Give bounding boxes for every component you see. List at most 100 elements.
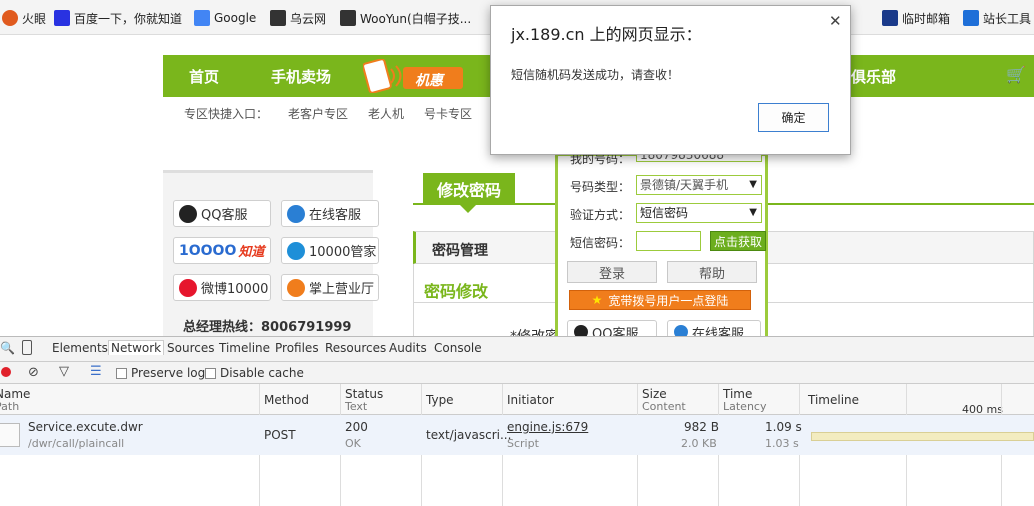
password-change-heading: 密码修改: [424, 282, 489, 301]
col-status-text: Text: [345, 400, 368, 413]
10000-logo-icon: 1OOOO: [179, 242, 237, 259]
col-type[interactable]: Type: [426, 393, 454, 407]
list-view-icon[interactable]: ☰: [90, 364, 102, 379]
quicklink-old-customer[interactable]: 老客户专区: [288, 105, 348, 122]
col-path: Path: [0, 400, 20, 413]
help-button[interactable]: 帮助: [667, 261, 757, 283]
service-label: 10000管家: [309, 245, 377, 260]
tab-change-password[interactable]: 修改密码: [423, 173, 515, 205]
alert-dialog: jx.189.cn 上的网页显示： ✕ 短信随机码发送成功，请查收！ 确定: [490, 5, 851, 155]
record-icon[interactable]: [1, 367, 11, 377]
weibo-icon: [179, 278, 197, 297]
preserve-log-checkbox[interactable]: Preserve log: [116, 366, 205, 380]
col-name[interactable]: Name: [0, 387, 30, 401]
timeline-bar: [811, 432, 1034, 441]
nav-jihui[interactable]: 机惠: [362, 58, 463, 94]
filter-icon[interactable]: ▽: [59, 364, 69, 379]
dropdown-arrow-icon: ▼: [749, 179, 757, 190]
col-timeline[interactable]: Timeline: [808, 393, 859, 407]
star-icon: ★: [591, 293, 603, 307]
online-service-button[interactable]: 在线客服: [281, 200, 379, 227]
tab-arrow: [460, 205, 476, 213]
weibo-10000-button[interactable]: 微博10000: [173, 274, 271, 301]
clear-icon[interactable]: ⊘: [28, 365, 39, 380]
service-label: 掌上营业厅: [309, 282, 375, 297]
initiator-link[interactable]: engine.js:679: [507, 420, 588, 434]
qq-penguin-icon: [574, 325, 588, 336]
bookmark-huoyan[interactable]: 火眼: [2, 9, 46, 27]
cart-icon[interactable]: 🛒: [1006, 65, 1026, 84]
wooyun-icon: [270, 10, 286, 26]
tab-timeline[interactable]: Timeline: [219, 341, 270, 355]
wooyun-icon: [340, 10, 356, 26]
qq-penguin-icon: [179, 204, 197, 223]
tab-profiles[interactable]: Profiles: [275, 341, 319, 355]
verify-method-label: 验证方式：: [570, 208, 631, 222]
number-type-value: 景德镇/天翼手机: [640, 178, 729, 192]
10000-zhidao-button[interactable]: 1OOOO 知道: [173, 237, 271, 264]
tab-console[interactable]: Console: [434, 341, 482, 355]
pinwheel-icon: [287, 241, 305, 260]
preserve-log-label: Preserve log: [131, 366, 206, 380]
hotline-number: 8006791999: [261, 320, 352, 335]
qq-service-button[interactable]: QQ客服: [173, 200, 271, 227]
bookmark-label: 站长工具: [983, 11, 1032, 26]
col-status[interactable]: Status: [345, 387, 383, 401]
bookmark-wooyun-whitehat[interactable]: WooYun(白帽子技...: [340, 9, 471, 27]
number-type-select[interactable]: 景德镇/天翼手机 ▼: [636, 175, 762, 195]
qq-service-button[interactable]: QQ客服: [567, 320, 657, 336]
bookmark-label: WooYun(白帽子技...: [360, 11, 472, 26]
google-icon: [194, 10, 210, 26]
inspect-icon[interactable]: 🔍: [0, 341, 15, 355]
disable-cache-checkbox[interactable]: Disable cache: [205, 366, 304, 380]
request-type: text/javascri...: [426, 428, 512, 442]
service-label: 知道: [238, 245, 265, 260]
quicklink-sim-card[interactable]: 号卡专区: [424, 105, 472, 122]
col-time[interactable]: Time: [723, 387, 752, 401]
verify-method-value: 短信密码: [640, 206, 689, 220]
dropdown-arrow-icon: ▼: [749, 207, 757, 218]
online-service-button[interactable]: 在线客服: [667, 320, 761, 336]
col-initiator[interactable]: Initiator: [507, 393, 554, 407]
service-label: 微博10000: [201, 282, 269, 297]
tab-network[interactable]: Network: [108, 340, 165, 355]
mail-icon: [882, 10, 898, 26]
tab-resources[interactable]: Resources: [325, 341, 386, 355]
10000-manager-button[interactable]: 10000管家: [281, 237, 379, 264]
device-mode-icon[interactable]: [22, 340, 32, 355]
password-manage-title: 密码管理: [432, 243, 488, 259]
nav-home[interactable]: 首页: [189, 66, 219, 87]
password-change-note: *修改密: [510, 326, 559, 336]
get-sms-code-button[interactable]: 点击获取: [710, 231, 766, 251]
alert-message: 短信随机码发送成功，请查收！: [511, 68, 680, 82]
login-button[interactable]: 登录: [567, 261, 657, 283]
file-icon: [0, 423, 20, 447]
mobile-hall-button[interactable]: 掌上营业厅: [281, 274, 379, 301]
online-service-label: 在线客服: [692, 326, 745, 337]
tab-sources[interactable]: Sources: [167, 341, 214, 355]
bookmark-baidu[interactable]: 百度一下，你就知道: [54, 9, 182, 27]
hotline: 总经理热线：8006791999: [183, 316, 351, 335]
col-method[interactable]: Method: [264, 393, 309, 407]
bookmark-label: 火眼: [22, 11, 47, 26]
request-method: POST: [264, 428, 296, 442]
ok-button[interactable]: 确定: [758, 103, 829, 132]
bookmark-wooyun[interactable]: 乌云网: [270, 9, 326, 27]
broadband-login-label: 宽带拨号用户一点登陆: [608, 293, 729, 308]
nav-phone-store[interactable]: 手机卖场: [271, 66, 331, 87]
verify-method-select[interactable]: 短信密码 ▼: [636, 203, 762, 223]
col-size[interactable]: Size: [642, 387, 667, 401]
close-icon[interactable]: ✕: [829, 12, 842, 30]
broadband-login-button[interactable]: ★ 宽带拨号用户一点登陆: [569, 290, 751, 310]
tab-audits[interactable]: Audits: [389, 341, 427, 355]
bookmark-temp-mail[interactable]: 临时邮箱: [882, 9, 950, 27]
firefox-icon: [2, 10, 18, 26]
bookmark-google[interactable]: Google: [194, 9, 256, 27]
nav-club[interactable]: 俱乐部: [851, 66, 896, 87]
online-service-icon: [674, 325, 688, 336]
tab-elements[interactable]: Elements: [52, 341, 108, 355]
bookmark-webmaster-tools[interactable]: 站长工具: [963, 9, 1031, 27]
quicklink-senior-phone[interactable]: 老人机: [368, 105, 404, 122]
col-latency: Latency: [723, 400, 767, 413]
sms-code-input[interactable]: [636, 231, 701, 251]
